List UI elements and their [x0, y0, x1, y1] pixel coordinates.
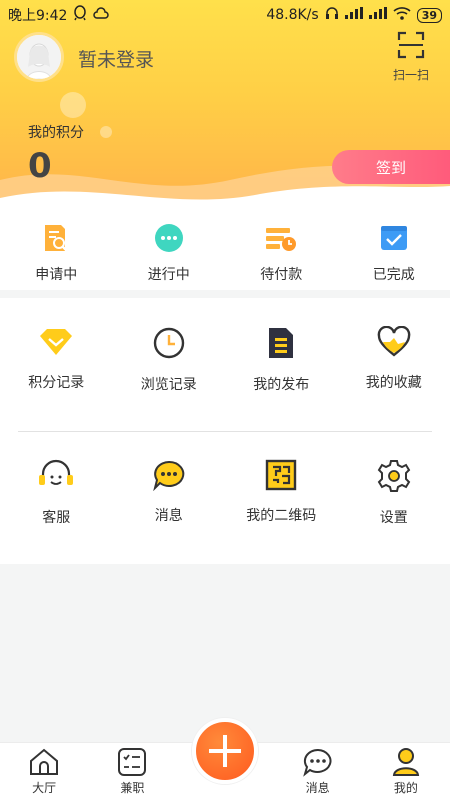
grid-points-record[interactable]: 积分记录: [0, 326, 113, 431]
network-speed: 48.8K/s: [266, 7, 319, 23]
order-apply[interactable]: 申请中: [0, 212, 113, 290]
home-icon: [30, 748, 59, 775]
headset-icon: [39, 459, 74, 485]
grid-divider: [18, 431, 432, 432]
scan-button[interactable]: 扫一扫: [386, 30, 436, 83]
apply-doc-icon: [45, 225, 69, 252]
checkin-button[interactable]: 签到: [332, 150, 450, 184]
grid-my-qrcode[interactable]: 我的二维码: [225, 459, 338, 564]
grid-my-favorites[interactable]: 我的收藏: [338, 326, 450, 431]
status-time: 晚上9:42: [8, 8, 68, 24]
order-completed[interactable]: 已完成: [338, 212, 450, 290]
grid-points-record-label: 积分记录: [28, 375, 85, 391]
clock-icon: [153, 327, 184, 359]
plus-icon: [209, 735, 241, 767]
grid-customer-service[interactable]: 客服: [0, 459, 113, 564]
order-completed-label: 已完成: [372, 267, 415, 283]
points-label: 我的积分: [28, 125, 84, 141]
cloud-icon: [93, 7, 110, 23]
order-pending-payment-label: 待付款: [260, 267, 303, 283]
diamond-icon: [40, 329, 73, 355]
login-status-text[interactable]: 暂未登录: [78, 45, 154, 72]
gear-icon: [377, 460, 411, 492]
nav-messages-label: 消息: [305, 781, 330, 795]
nav-parttime-label: 兼职: [120, 781, 145, 795]
nav-hall[interactable]: 大厅: [0, 743, 88, 800]
scan-label: 扫一扫: [392, 68, 429, 82]
grid-my-qrcode-label: 我的二维码: [246, 508, 317, 524]
grid-my-posts-label: 我的发布: [253, 377, 310, 393]
grid-settings[interactable]: 设置: [338, 459, 450, 564]
avatar-silhouette-icon: [17, 35, 61, 79]
headphones-icon: [325, 6, 339, 24]
grid-my-favorites-label: 我的收藏: [365, 375, 422, 391]
nav-messages[interactable]: 消息: [274, 743, 362, 800]
status-bar: 晚上9:42 48.8K/s 39: [0, 0, 450, 30]
grid-customer-service-label: 客服: [42, 510, 71, 526]
nav-hall-label: 大厅: [32, 781, 57, 795]
checkin-label: 签到: [375, 158, 406, 177]
signal-icon: [344, 7, 363, 23]
avatar[interactable]: [14, 32, 64, 82]
document-icon: [269, 328, 294, 358]
order-status-row: 申请中 进行中 待付款 已完成: [0, 212, 450, 290]
message-icon: [302, 748, 332, 777]
heart-icon: [377, 326, 411, 357]
qrcode-icon: [266, 459, 297, 491]
nav-mine[interactable]: 我的: [362, 743, 450, 800]
user-icon: [392, 748, 419, 776]
grid-my-posts[interactable]: 我的发布: [225, 326, 338, 431]
grid-settings-label: 设置: [379, 510, 408, 526]
scan-icon: [397, 31, 425, 59]
pending-payment-icon: [266, 228, 297, 251]
grid-browse-history[interactable]: 浏览记录: [113, 326, 226, 431]
profile-header: 晚上9:42 48.8K/s 39 暂未登录 扫一扫 我的积分 0 签到: [0, 0, 450, 212]
grid-messages[interactable]: 消息: [113, 459, 226, 564]
grid-messages-label: 消息: [154, 508, 183, 524]
in-progress-icon: [154, 224, 183, 252]
nav-parttime[interactable]: 兼职: [88, 743, 176, 800]
qq-icon: [73, 5, 87, 25]
completed-icon: [380, 226, 407, 250]
grid-browse-history-label: 浏览记录: [140, 377, 197, 393]
order-pending-payment[interactable]: 待付款: [225, 212, 338, 290]
task-list-icon: [118, 748, 147, 776]
signal-icon: [368, 7, 387, 23]
chat-bubble-icon: [152, 460, 184, 491]
battery-indicator: 39: [416, 7, 442, 23]
points-value: 0: [28, 146, 52, 186]
order-apply-label: 申请中: [35, 267, 78, 283]
order-in-progress[interactable]: 进行中: [113, 212, 226, 290]
order-in-progress-label: 进行中: [147, 267, 190, 283]
wifi-icon: [393, 6, 411, 24]
decor-bubble: [100, 126, 112, 138]
nav-mine-label: 我的: [393, 781, 418, 795]
feature-grid: 积分记录 浏览记录 我的发布 我的收藏 客服 消息 我的二维码 设置: [0, 298, 450, 564]
decor-bubble: [60, 92, 86, 118]
publish-fab-button[interactable]: [192, 718, 258, 784]
